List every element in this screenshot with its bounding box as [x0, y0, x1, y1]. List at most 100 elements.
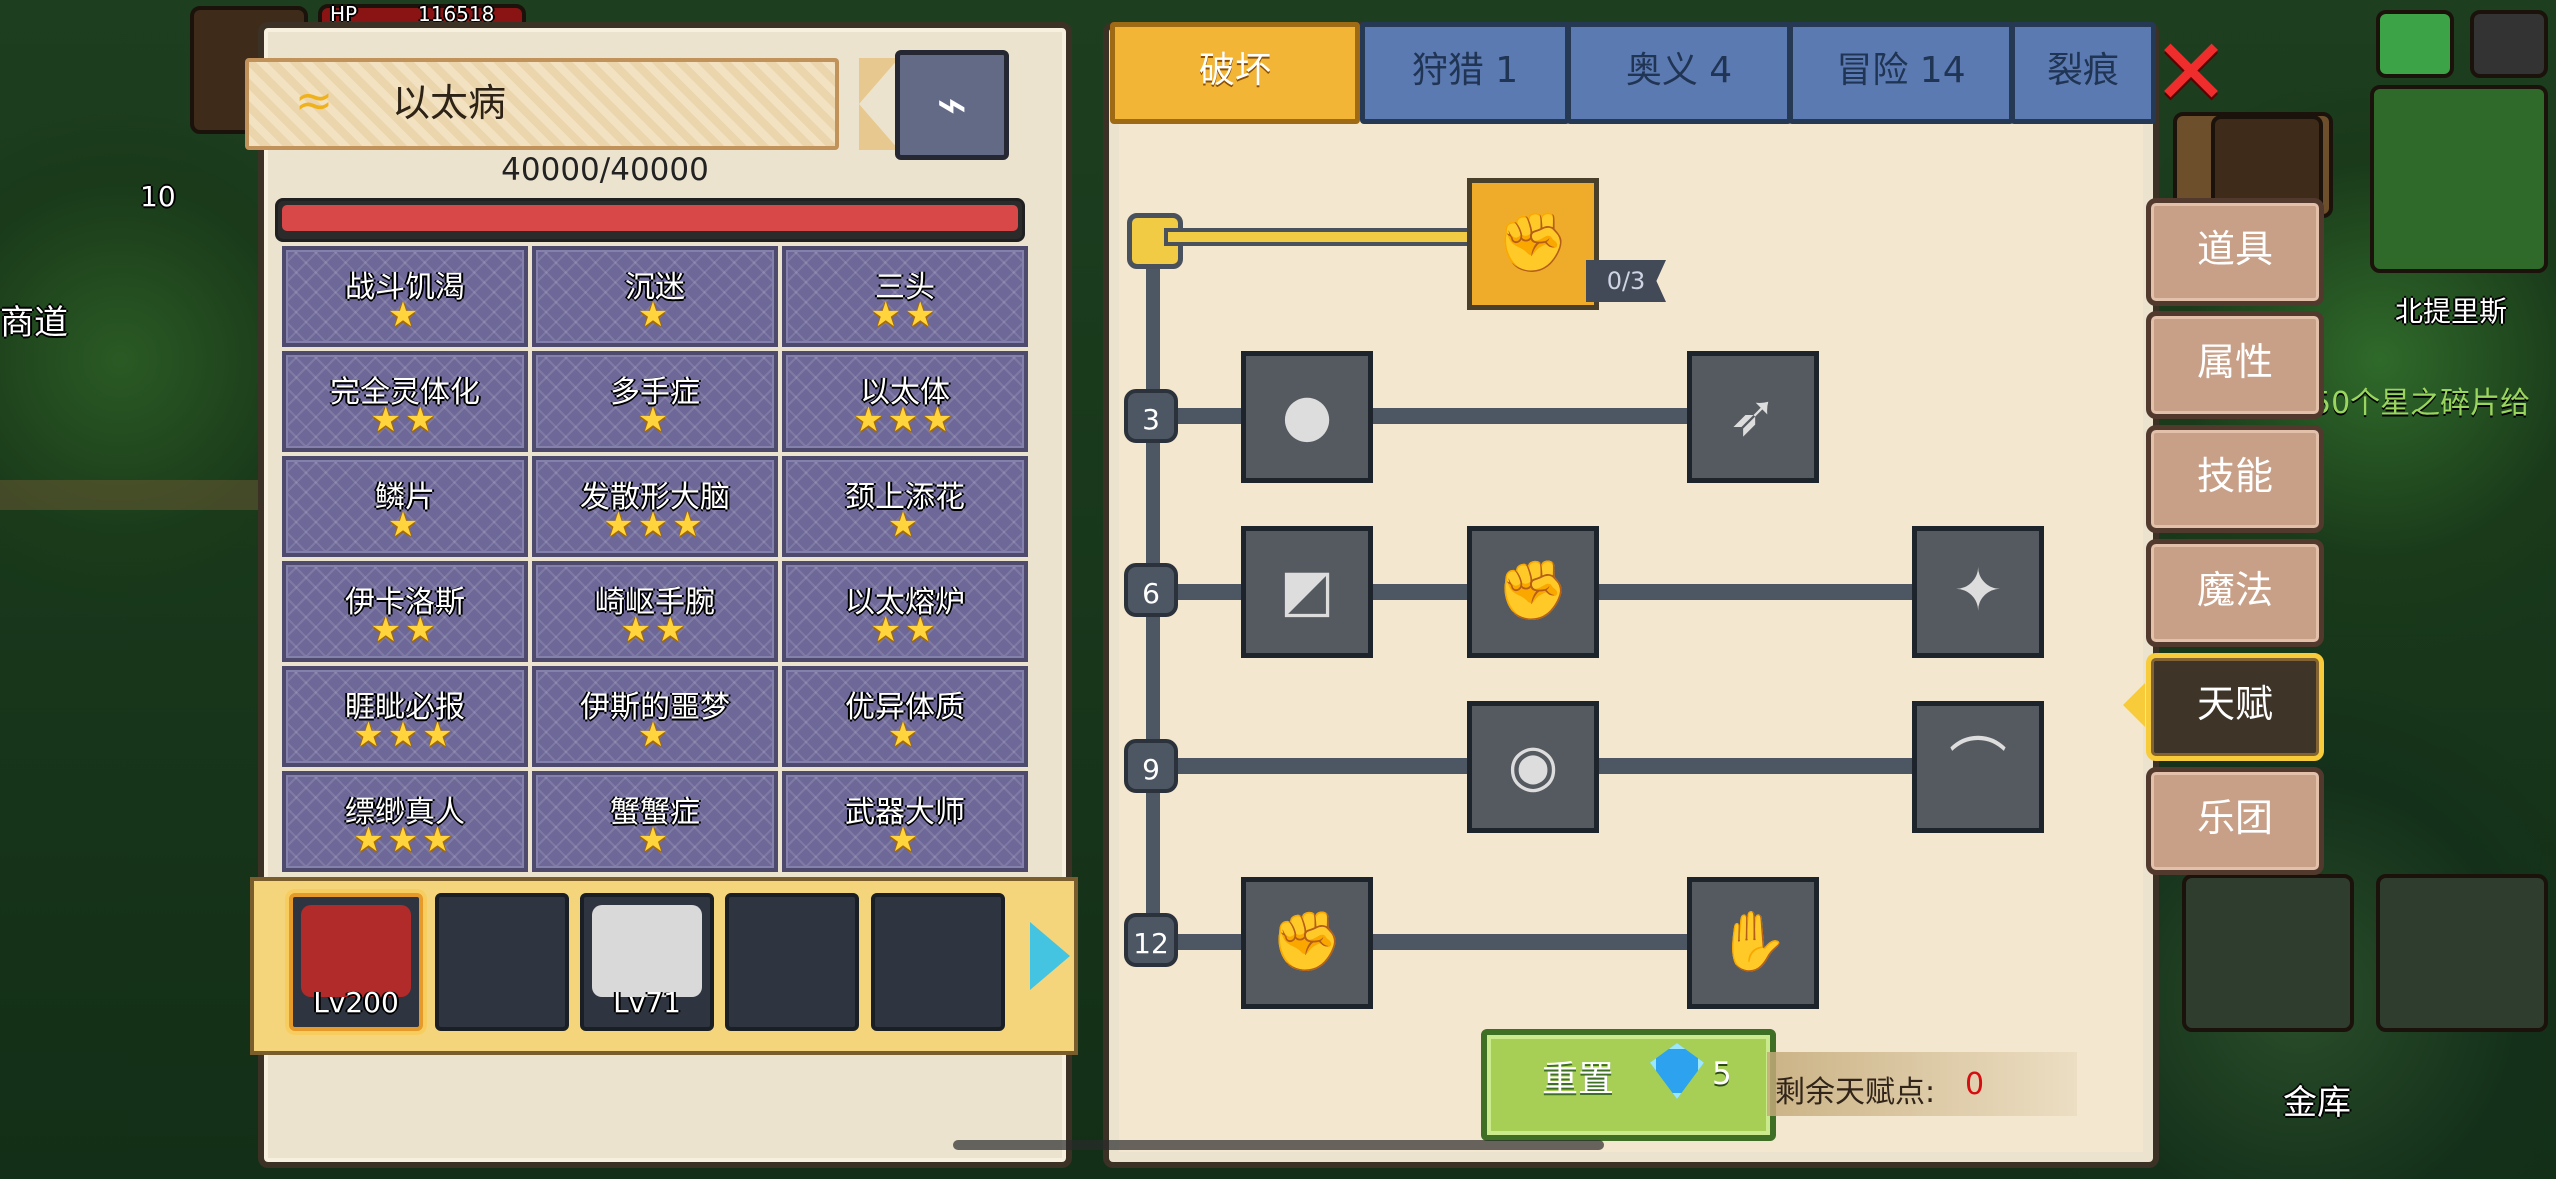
meat-icon-slot[interactable] — [2182, 874, 2354, 1032]
fist-icon: ✊ — [1496, 556, 1570, 624]
mutation-tile[interactable]: 鳞片 ★ — [282, 456, 528, 557]
mutation-stars: ★★★ — [353, 820, 457, 860]
team-slot-2[interactable] — [435, 893, 569, 1031]
mutation-stars: ★★★ — [353, 715, 457, 755]
shield-icon: ◩ — [1279, 556, 1335, 624]
resource-count: 10 — [140, 180, 176, 213]
exit-button[interactable] — [2470, 10, 2548, 78]
talent-counter: 0/3 — [1586, 260, 1666, 302]
close-button[interactable]: ✕ — [2150, 27, 2232, 119]
talent-node-splash[interactable]: ✦ — [1912, 526, 2044, 658]
reset-button[interactable] — [1481, 1029, 1776, 1141]
talent-node-arm-wrestle[interactable]: ✊ — [1467, 178, 1599, 310]
mutation-stars: ★★ — [370, 400, 440, 440]
tab-hunting[interactable]: 狩猎 1 — [1360, 22, 1570, 124]
mutation-stars: ★★★ — [853, 400, 957, 440]
location-label-left: 商道 — [0, 303, 68, 343]
reset-cost: 5 — [1712, 1056, 1732, 1092]
team-portrait-3 — [592, 905, 702, 997]
vault-icon-slot[interactable] — [2376, 874, 2548, 1032]
splash-icon: ✦ — [1953, 556, 2003, 624]
tree-level-9: 9 — [1124, 739, 1178, 793]
mutation-tile[interactable]: 伊卡洛斯 ★★ — [282, 561, 528, 662]
announcement-text: 50个星之碎片给 — [2312, 386, 2531, 421]
vault-label: 金库 — [2283, 1083, 2351, 1123]
mutation-stars: ★ — [387, 505, 423, 545]
tab-adventure[interactable]: 冒险 14 — [1788, 22, 2014, 124]
mutation-stars: ★ — [887, 505, 923, 545]
talent-node-hand[interactable]: ✋ — [1687, 877, 1819, 1009]
minimap[interactable] — [2370, 85, 2548, 273]
mutation-tile[interactable]: 三头 ★★ — [782, 246, 1028, 347]
talent-node-bat[interactable]: ⌒ — [1912, 701, 2044, 833]
tab-rift[interactable]: 裂痕 — [2010, 22, 2156, 124]
mutation-tile[interactable]: 崎岖手腕 ★★ — [532, 561, 778, 662]
mutation-tile[interactable]: 武器大师 ★ — [782, 771, 1028, 872]
team-slot-1[interactable]: Lv200 — [289, 893, 423, 1031]
side-tab-skills[interactable]: 技能 — [2146, 425, 2324, 533]
muscle-icon: ● — [1281, 381, 1333, 449]
remaining-points-label: 剩余天赋点: — [1775, 1075, 1936, 1110]
home-indicator — [953, 1140, 1604, 1150]
side-tab-attributes[interactable]: 属性 — [2146, 311, 2324, 419]
mutation-tile[interactable]: 优异体质 ★ — [782, 666, 1028, 767]
mutation-tile[interactable]: 多手症 ★ — [532, 351, 778, 452]
right-arrow-icon[interactable] — [1030, 922, 1070, 990]
talent-node-arrow[interactable]: ➶ — [1687, 351, 1819, 483]
mutation-grid: 战斗饥渴 ★ 沉迷 ★ 三头 ★★ 完全灵体化 ★★ 多手症 ★ 以太体 ★★★ 鳞片 ★ 发散形大脑 ★★★… — [282, 246, 1028, 872]
disease-hp-text: 40000/40000 — [501, 152, 709, 188]
mutation-stars: ★ — [637, 715, 673, 755]
team-portrait-1 — [301, 905, 411, 997]
side-tab-magic[interactable]: 魔法 — [2146, 539, 2324, 647]
mutation-tile[interactable]: 发散形大脑 ★★★ — [532, 456, 778, 557]
bat-icon: ⌒ — [1948, 731, 2007, 799]
side-tab-items[interactable]: 道具 — [2146, 198, 2324, 306]
talent-node-raised-fist[interactable]: ✊ — [1241, 877, 1373, 1009]
mutation-tile[interactable]: 蟹蟹症 ★ — [532, 771, 778, 872]
mutation-stars: ★ — [887, 715, 923, 755]
mutation-tile[interactable]: 以太体 ★★★ — [782, 351, 1028, 452]
mutation-tile[interactable]: 沉迷 ★ — [532, 246, 778, 347]
side-tab-band[interactable]: 乐团 — [2146, 767, 2324, 875]
syringe-button[interactable]: ⌁ — [895, 50, 1009, 160]
tab-destruction[interactable]: 破坏 — [1110, 22, 1360, 124]
globe-button[interactable] — [2376, 10, 2454, 78]
talent-node-muscle[interactable]: ● — [1241, 351, 1373, 483]
location-label-right: 北提里斯 — [2395, 295, 2508, 328]
mutation-tile[interactable]: 缥缈真人 ★★★ — [282, 771, 528, 872]
team-slot-5[interactable] — [871, 893, 1005, 1031]
mutation-stars: ★★★ — [603, 505, 707, 545]
tree-top-path — [1168, 232, 1472, 242]
mutation-tile[interactable]: 睚眦必报 ★★★ — [282, 666, 528, 767]
mutation-tile[interactable]: 以太熔炉 ★★ — [782, 561, 1028, 662]
close-icon: ✕ — [2152, 19, 2230, 126]
team-slot-3[interactable]: Lv71 — [580, 893, 714, 1031]
team-level-3: Lv71 — [613, 986, 681, 1019]
fist-icon: ✊ — [1270, 907, 1344, 975]
mutation-stars: ★ — [637, 820, 673, 860]
team-slot-4[interactable] — [725, 893, 859, 1031]
reset-label: 重置 — [1542, 1059, 1615, 1100]
team-level-1: Lv200 — [313, 986, 399, 1019]
mutation-tile[interactable]: 战斗饥渴 ★ — [282, 246, 528, 347]
remaining-points-value: 0 — [1965, 1067, 1985, 1102]
mutation-stars: ★ — [387, 295, 423, 335]
mutation-tile[interactable]: 完全灵体化 ★★ — [282, 351, 528, 452]
mutation-stars: ★ — [637, 295, 673, 335]
ring-icon: ◉ — [1507, 731, 1559, 799]
hand-icon: ✋ — [1716, 907, 1790, 975]
wind-icon: ≈ — [294, 73, 334, 127]
mutation-tile[interactable]: 颈上添花 ★ — [782, 456, 1028, 557]
talent-node-fist[interactable]: ✊ — [1467, 526, 1599, 658]
tree-level-3: 3 — [1124, 389, 1178, 443]
mutation-stars: ★ — [887, 820, 923, 860]
tree-level-6: 6 — [1124, 563, 1178, 617]
side-tab-talent[interactable]: 天赋 — [2123, 653, 2324, 761]
mutation-stars: ★★ — [620, 610, 690, 650]
talent-node-shield[interactable]: ◩ — [1241, 526, 1373, 658]
mutation-tile[interactable]: 伊斯的噩梦 ★ — [532, 666, 778, 767]
talent-node-ring[interactable]: ◉ — [1467, 701, 1599, 833]
mutation-stars: ★★ — [370, 610, 440, 650]
tab-arcana[interactable]: 奥义 4 — [1566, 22, 1792, 124]
mutation-stars: ★★ — [870, 295, 940, 335]
